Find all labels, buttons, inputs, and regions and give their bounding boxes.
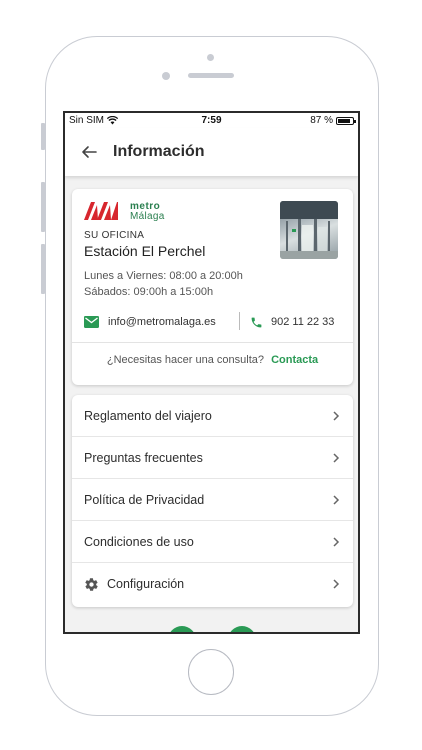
menu-item-label: Política de Privacidad (84, 492, 205, 507)
menu-item-label: Condiciones de uso (84, 534, 194, 549)
station-photo (280, 201, 338, 259)
chevron-right-icon (333, 494, 340, 505)
gear-icon (85, 577, 98, 591)
screen: Sin SIM 7:59 87 % Información metro Mála… (63, 111, 360, 634)
card-divider (72, 342, 353, 343)
action-button-right[interactable] (228, 626, 256, 632)
metro-logo-mark (84, 202, 118, 220)
app-bar: Información (65, 128, 358, 176)
station-photo-illustration (280, 201, 338, 259)
consult-row: ¿Necesitas hacer una consulta? Contacta (72, 354, 353, 366)
office-label: SU OFICINA (84, 230, 145, 241)
front-camera (207, 54, 214, 61)
menu-list: Reglamento del viajero Preguntas frecuen… (72, 395, 353, 607)
email-text: info@metromalaga.es (108, 316, 216, 328)
office-name: Estación El Perchel (84, 243, 206, 259)
chevron-right-icon (333, 452, 340, 463)
back-button[interactable] (81, 143, 99, 161)
menu-item-configuracion[interactable]: Configuración (72, 563, 353, 605)
page-title: Información (113, 143, 205, 160)
sensor-dot (162, 72, 170, 80)
menu-item-condiciones[interactable]: Condiciones de uso (72, 521, 353, 563)
arrow-left-icon (82, 146, 97, 158)
consult-question: ¿Necesitas hacer una consulta? (106, 354, 265, 366)
speaker-grille (188, 73, 234, 78)
logo-city-text: Málaga (130, 211, 165, 222)
contact-divider (239, 312, 240, 330)
menu-item-reglamento[interactable]: Reglamento del viajero (72, 395, 353, 437)
phone-text: 902 11 22 33 (271, 316, 335, 328)
menu-item-label: Configuración (107, 577, 185, 591)
phone-link[interactable]: 902 11 22 33 (250, 316, 334, 329)
chevron-right-icon (333, 536, 340, 547)
office-info-card: metro Málaga SU OFICINA Estación El Perc… (72, 189, 353, 385)
menu-item-label: Reglamento del viajero (84, 408, 212, 423)
battery-icon (336, 116, 356, 125)
hours-saturday: Sábados: 09:00h a 15:00h (84, 286, 214, 298)
menu-item-preguntas[interactable]: Preguntas frecuentes (72, 437, 353, 479)
chevron-right-icon (333, 579, 340, 589)
mail-icon (84, 316, 99, 328)
metro-malaga-logo: metro Málaga (84, 202, 165, 222)
status-bar: Sin SIM 7:59 87 % (65, 113, 358, 128)
phone-icon (251, 317, 262, 327)
contact-row: info@metromalaga.es 902 11 22 33 (84, 312, 342, 332)
status-time: 7:59 (201, 115, 222, 126)
contact-link[interactable]: Contacta (271, 354, 318, 366)
email-link[interactable]: info@metromalaga.es (84, 316, 216, 328)
battery-fill (338, 118, 351, 123)
menu-item-label: Preguntas frecuentes (84, 450, 203, 465)
hours-weekdays: Lunes a Viernes: 08:00 a 20:00h (84, 270, 243, 282)
action-button-left[interactable] (168, 626, 196, 632)
chevron-right-icon (333, 410, 340, 421)
home-button (188, 649, 234, 695)
menu-item-privacidad[interactable]: Política de Privacidad (72, 479, 353, 521)
